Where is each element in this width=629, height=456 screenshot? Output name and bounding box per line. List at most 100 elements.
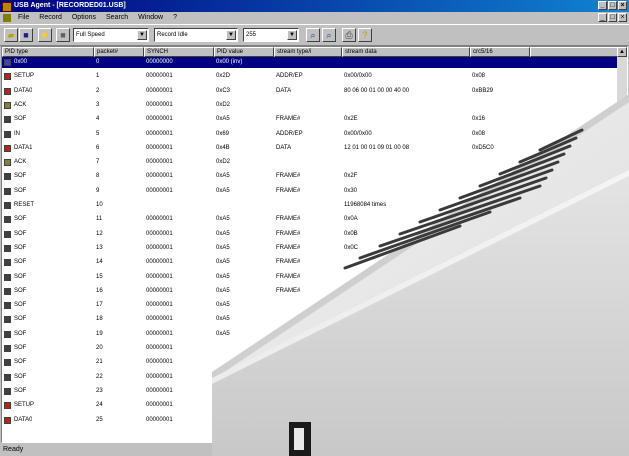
table-row[interactable]: SOF 14 00000001 0xA5 FRAME# xyxy=(2,257,619,268)
table-row[interactable]: SOF 23 00000001 xyxy=(2,386,619,397)
cell-pid-value: 0xA5 xyxy=(216,230,230,237)
chevron-down-icon[interactable]: ▼ xyxy=(287,30,297,40)
table-row[interactable]: DATA1 6 00000001 0x4B DATA 12 01 00 01 09 01 … xyxy=(2,143,619,154)
cell-synch: 00000001 xyxy=(146,116,173,123)
table-row[interactable]: SOF 21 00000001 xyxy=(2,357,619,368)
app-icon xyxy=(2,2,12,12)
table-row[interactable]: ACK 3 00000001 0xD2 xyxy=(2,100,619,111)
maximize-button[interactable]: □ xyxy=(608,1,617,10)
window-title: USB Agent - [RECORDED01.USB] xyxy=(14,2,126,9)
col-stream-type[interactable]: stream type/i xyxy=(274,47,342,57)
cell-packet: 22 xyxy=(96,373,103,380)
table-row[interactable]: SOF 11 00000001 0xA5 FRAME# 0x0A xyxy=(2,214,619,225)
col-crc[interactable]: crc5/16 xyxy=(470,47,530,57)
document-icon[interactable] xyxy=(3,14,11,22)
table-row[interactable]: SOF 17 00000001 0xA5 xyxy=(2,300,619,311)
cell-pid-value: 0xA5 xyxy=(216,287,230,294)
table-row[interactable]: SOF 16 00000001 0xA5 FRAME# xyxy=(2,286,619,297)
cell-stream-data: 0x2F xyxy=(344,173,358,180)
table-row[interactable]: SOF 15 00000001 0xA5 FRAME# xyxy=(2,272,619,283)
cell-packet: 8 xyxy=(96,173,100,180)
packet-type-icon xyxy=(4,87,11,95)
vertical-scrollbar[interactable]: ▲ xyxy=(617,47,627,442)
table-row[interactable]: ACK 7 00000001 0xD2 xyxy=(2,157,619,168)
chevron-down-icon[interactable]: ▼ xyxy=(137,30,147,40)
cell-stream-data: 11968084 times xyxy=(344,202,387,208)
menu-options[interactable]: Options xyxy=(72,12,96,24)
table-row[interactable]: RESET 10 11968084 times xyxy=(2,200,619,211)
count-select[interactable]: 255 ▼ xyxy=(243,28,299,42)
col-synch[interactable]: SYNCH xyxy=(144,47,214,57)
table-row[interactable]: SOF 9 00000001 0xA5 FRAME# 0x30 xyxy=(2,186,619,197)
chevron-down-icon[interactable]: ▼ xyxy=(226,30,236,40)
cell-pid-type: SOF xyxy=(14,373,27,380)
cell-pid-value: 0xA5 xyxy=(216,330,230,337)
table-row[interactable]: DATA0 25 00000001 xyxy=(2,415,619,426)
cell-synch: 00000001 xyxy=(146,73,173,80)
cell-pid-value: 0xA5 xyxy=(216,259,230,266)
stop-icon[interactable]: ■ xyxy=(56,28,70,42)
doc-close-button[interactable]: × xyxy=(618,13,627,22)
menu-record[interactable]: Record xyxy=(39,12,62,24)
record-icon[interactable]: ⚡ xyxy=(38,28,52,42)
cell-packet: 10 xyxy=(96,202,103,208)
col-packet[interactable]: packet# xyxy=(94,47,144,57)
table-row[interactable]: SOF 8 00000001 0xA5 FRAME# 0x2F xyxy=(2,171,619,182)
cell-pid-type: SOF xyxy=(14,230,27,237)
table-row[interactable]: SOF 12 00000001 0xA5 FRAME# 0x0B xyxy=(2,229,619,240)
cell-stream-data: 0x0A xyxy=(344,216,358,223)
zoom-in-icon[interactable]: ⌕ xyxy=(306,28,320,42)
cell-packet: 12 xyxy=(96,230,103,237)
table-row[interactable]: SOF 13 00000001 0xA5 FRAME# 0x0C xyxy=(2,243,619,254)
cell-packet: 17 xyxy=(96,302,103,309)
help-icon[interactable]: ? xyxy=(358,28,372,42)
col-pid-type[interactable]: PID type xyxy=(2,47,94,57)
cell-pid-type: 0x00 xyxy=(14,59,28,65)
cell-synch: 00000001 xyxy=(146,330,173,337)
save-icon[interactable]: ■ xyxy=(19,28,33,42)
scroll-up-icon[interactable]: ▲ xyxy=(617,47,627,57)
cell-pid-value: 0xA5 xyxy=(216,173,230,180)
table-row[interactable]: 0x00 0 00000000 0x00 (inv) xyxy=(2,57,619,68)
packet-type-icon xyxy=(4,116,11,124)
cell-stream-type: ADDR/EP xyxy=(276,130,303,137)
open-icon[interactable]: ▰ xyxy=(4,28,18,42)
menu-window[interactable]: Window xyxy=(138,12,163,24)
minimize-button[interactable]: _ xyxy=(598,1,607,10)
mode-select[interactable]: Record Idle ▼ xyxy=(154,28,238,42)
table-row[interactable]: SOF 18 00000001 0xA5 xyxy=(2,314,619,325)
cell-synch: 00000001 xyxy=(146,216,173,223)
cell-packet: 23 xyxy=(96,387,103,394)
packet-type-icon xyxy=(4,130,11,138)
menu-search[interactable]: Search xyxy=(106,12,128,24)
table-row[interactable]: SOF 22 00000001 xyxy=(2,372,619,383)
cell-packet: 2 xyxy=(96,87,100,94)
packet-table: PID type packet# SYNCH PID value stream … xyxy=(1,46,628,443)
col-pid-value[interactable]: PID value xyxy=(214,47,274,57)
table-row[interactable]: SOF 4 00000001 0xA5 FRAME# 0x2E 0x16 xyxy=(2,114,619,125)
document-window-controls: _ □ × xyxy=(598,13,627,22)
cell-stream-type: FRAME# xyxy=(276,230,301,237)
menu-help[interactable]: ? xyxy=(173,12,177,24)
zoom-out-icon[interactable]: ⌕ xyxy=(322,28,336,42)
table-row[interactable]: SETUP 1 00000001 0x2D ADDR/EP 0x00/0x00 0x08 xyxy=(2,71,619,82)
cell-synch: 00000001 xyxy=(146,387,173,394)
print-icon[interactable]: ⎙ xyxy=(342,28,356,42)
doc-restore-button[interactable]: □ xyxy=(608,13,617,22)
close-button[interactable]: × xyxy=(618,1,627,10)
cell-pid-value: 0xA5 xyxy=(216,216,230,223)
cell-stream-data: 0x2E xyxy=(344,116,358,123)
table-row[interactable]: IN 5 00000001 0x69 ADDR/EP 0x00/0x00 0x08 xyxy=(2,129,619,140)
doc-minimize-button[interactable]: _ xyxy=(598,13,607,22)
table-row[interactable]: SETUP 24 00000001 xyxy=(2,400,619,411)
packet-type-icon xyxy=(4,144,11,152)
col-stream-data[interactable]: stream data xyxy=(342,47,470,57)
table-row[interactable]: SOF 20 00000001 xyxy=(2,343,619,354)
table-row[interactable]: SOF 19 00000001 0xA5 xyxy=(2,329,619,340)
speed-select[interactable]: Full Speed ▼ xyxy=(73,28,149,42)
packet-type-icon xyxy=(4,216,11,224)
menu-file[interactable]: File xyxy=(18,12,29,24)
table-row[interactable]: DATA0 2 00000001 0xC3 DATA 80 06 00 01 00 00 … xyxy=(2,86,619,97)
packet-type-icon xyxy=(4,202,11,209)
cell-pid-value: 0xD2 xyxy=(216,159,231,166)
